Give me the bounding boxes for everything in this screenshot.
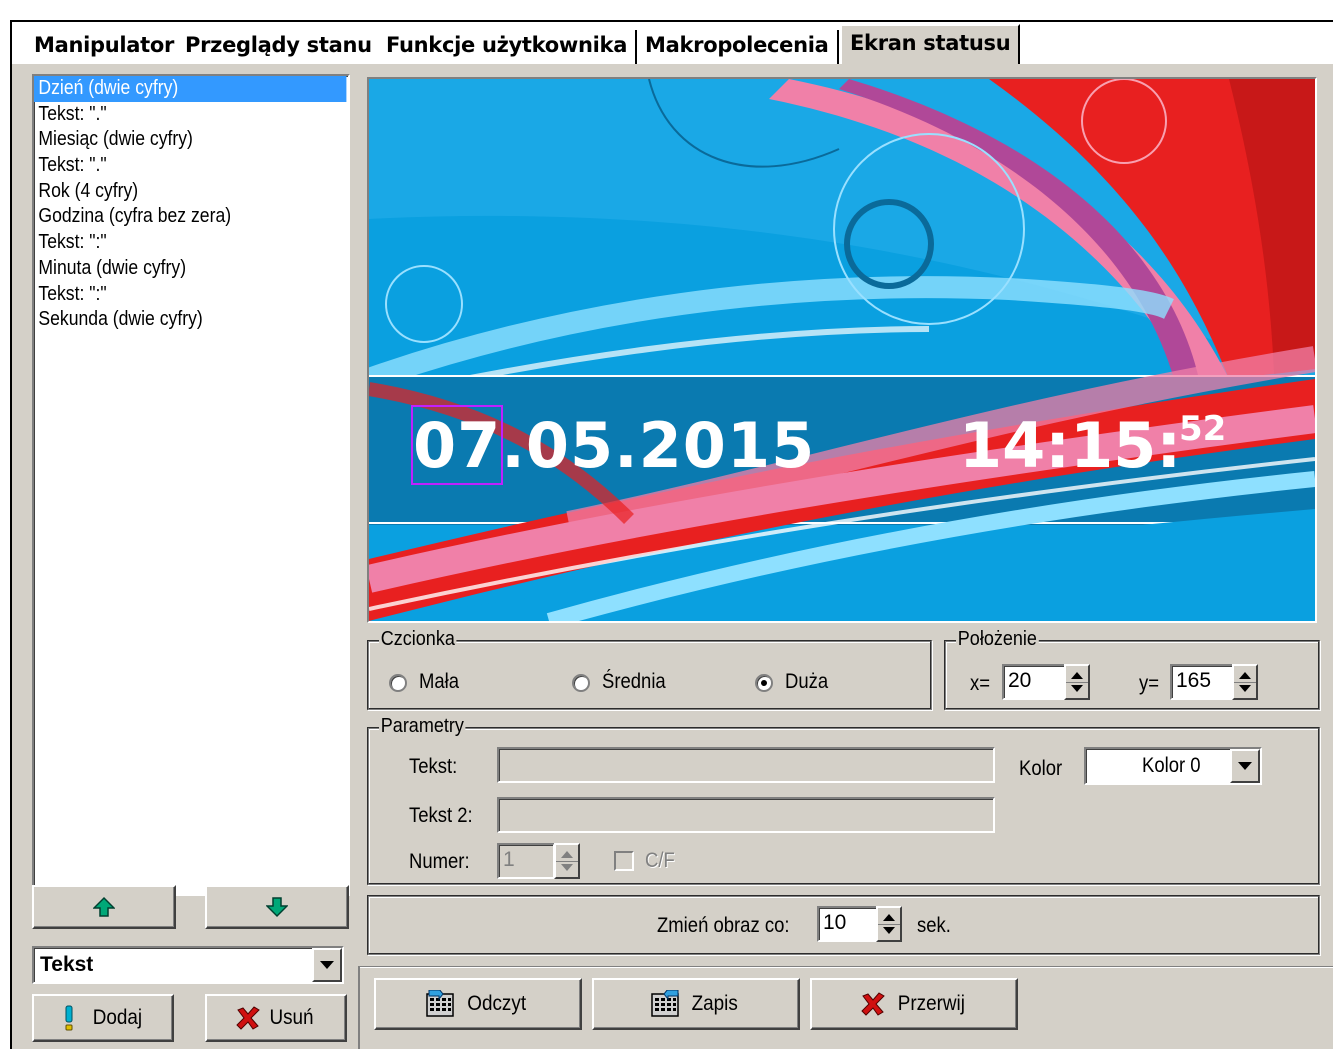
write-icon bbox=[651, 990, 680, 1017]
interval-group: Zmień obraz co: 10 sek. bbox=[367, 895, 1320, 955]
list-item[interactable]: Rok (4 cyfry) bbox=[34, 179, 342, 205]
move-up-button[interactable] bbox=[32, 885, 176, 929]
text-label: Tekst: bbox=[409, 755, 458, 778]
y-spinner[interactable] bbox=[1232, 664, 1258, 700]
tab-ekran-statusu[interactable]: Ekran statusu bbox=[840, 24, 1021, 64]
color-value: Kolor 0 bbox=[1142, 754, 1201, 777]
interval-label: Zmień obraz co: bbox=[657, 914, 790, 937]
preview-background bbox=[369, 79, 1315, 621]
font-group-legend: Czcionka bbox=[379, 628, 457, 651]
position-group-legend: Położenie bbox=[956, 628, 1039, 651]
write-button-label: Zapis bbox=[691, 992, 739, 1015]
element-type-combo[interactable]: Tekst bbox=[32, 946, 344, 984]
add-button[interactable]: Dodaj bbox=[32, 994, 174, 1042]
preview-time: 14:15: bbox=[959, 409, 1182, 482]
list-item[interactable]: Tekst: ":" bbox=[34, 282, 342, 308]
position-group: Położenie x= 20 y= 165 bbox=[944, 628, 1320, 710]
write-button[interactable]: Zapis bbox=[592, 978, 800, 1030]
text2-label: Tekst 2: bbox=[409, 804, 473, 827]
arrow-down-icon bbox=[266, 897, 288, 918]
y-input[interactable]: 165 bbox=[1170, 664, 1234, 700]
interval-unit: sek. bbox=[917, 914, 951, 937]
tab-manipulator[interactable]: Manipulator bbox=[26, 30, 185, 64]
read-button-label: Odczyt bbox=[467, 992, 527, 1015]
font-group: Czcionka Mała Średnia Duża bbox=[367, 628, 932, 710]
list-item[interactable]: Miesiąc (dwie cyfry) bbox=[34, 127, 342, 153]
chevron-down-icon[interactable] bbox=[1230, 749, 1260, 783]
interval-spinner[interactable] bbox=[876, 906, 902, 942]
y-label: y= bbox=[1139, 672, 1160, 695]
tab-funkcje-uzytkownika[interactable]: Funkcje użytkownika bbox=[378, 30, 638, 64]
text2-input[interactable] bbox=[497, 797, 995, 833]
font-medium-label: Średnia bbox=[602, 670, 666, 693]
remove-button-label: Usuń bbox=[269, 1006, 315, 1029]
font-small-label: Mała bbox=[419, 670, 460, 693]
number-spinner[interactable] bbox=[554, 843, 580, 879]
read-icon bbox=[426, 990, 455, 1017]
x-input[interactable]: 20 bbox=[1002, 664, 1066, 700]
remove-button[interactable]: Usuń bbox=[205, 994, 347, 1042]
read-button[interactable]: Odczyt bbox=[374, 978, 582, 1030]
tab-makropolecenia[interactable]: Makropolecenia bbox=[637, 30, 839, 64]
x-spinner[interactable] bbox=[1064, 664, 1090, 700]
list-item[interactable]: Minuta (dwie cyfry) bbox=[34, 256, 342, 282]
preview-date: 07.05.2015 bbox=[413, 409, 816, 482]
parameters-group-legend: Parametry bbox=[379, 715, 466, 738]
list-item[interactable]: Godzina (cyfra bez zera) bbox=[34, 204, 342, 230]
font-large-radio[interactable] bbox=[755, 674, 773, 692]
chevron-down-icon[interactable] bbox=[312, 948, 342, 982]
add-button-label: Dodaj bbox=[92, 1006, 142, 1029]
tab-bar: Manipulator Przeglądy stanu Funkcje użyt… bbox=[12, 22, 1333, 64]
abort-button-label: Przerwij bbox=[897, 992, 965, 1015]
status-screen-preview: 07.05.2015 14:15: 52 bbox=[367, 77, 1317, 623]
list-item[interactable]: Dzień (dwie cyfry) bbox=[34, 76, 347, 102]
divider bbox=[360, 966, 1333, 968]
color-label: Kolor bbox=[1019, 757, 1063, 780]
x-label: x= bbox=[970, 672, 991, 695]
move-down-button[interactable] bbox=[205, 885, 349, 929]
tab-przeglady-stanu[interactable]: Przeglądy stanu bbox=[177, 30, 382, 64]
list-item[interactable]: Sekunda (dwie cyfry) bbox=[34, 307, 342, 333]
exclamation-icon bbox=[65, 1005, 73, 1031]
divider bbox=[358, 966, 360, 1049]
text-input[interactable] bbox=[497, 747, 995, 783]
list-item[interactable]: Tekst: ":" bbox=[34, 230, 342, 256]
interval-input[interactable]: 10 bbox=[817, 906, 879, 942]
number-label: Numer: bbox=[409, 850, 470, 873]
list-item[interactable]: Tekst: "." bbox=[34, 153, 342, 179]
element-list[interactable]: Dzień (dwie cyfry) Tekst: "." Miesiąc (d… bbox=[32, 74, 350, 896]
font-small-radio[interactable] bbox=[389, 674, 407, 692]
x-icon bbox=[236, 1006, 261, 1030]
cf-checkbox[interactable] bbox=[614, 851, 634, 871]
color-combo[interactable]: Kolor 0 bbox=[1084, 747, 1262, 785]
font-medium-radio[interactable] bbox=[572, 674, 590, 692]
number-input[interactable]: 1 bbox=[497, 843, 555, 879]
parameters-group: Parametry Tekst: Tekst 2: Numer: 1 C/F K… bbox=[367, 715, 1320, 885]
element-type-value: Tekst bbox=[40, 953, 94, 976]
cf-label: C/F bbox=[645, 849, 675, 872]
font-large-label: Duża bbox=[785, 670, 829, 693]
main-window: Manipulator Przeglądy stanu Funkcje użyt… bbox=[10, 20, 1333, 1049]
abort-button[interactable]: Przerwij bbox=[810, 978, 1018, 1030]
list-item[interactable]: Tekst: "." bbox=[34, 102, 342, 128]
x-icon bbox=[860, 992, 885, 1016]
preview-seconds: 52 bbox=[1179, 409, 1227, 449]
arrow-up-icon bbox=[93, 896, 115, 917]
